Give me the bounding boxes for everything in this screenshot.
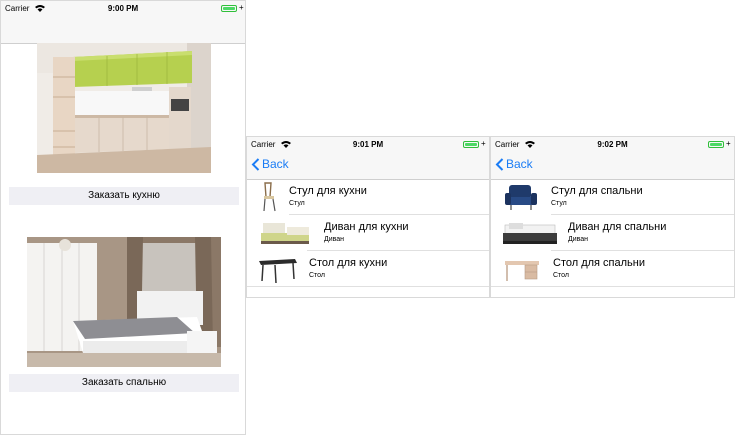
status-bar: Carrier 9:00 PM + (1, 1, 245, 17)
divider (491, 286, 734, 287)
item-subtitle: Стул (289, 200, 305, 207)
bedroom-items-screen: Back Carrier 9:02 PM + Стул для спальни … (490, 136, 735, 298)
chevron-left-icon (495, 157, 504, 171)
list-item[interactable]: Стул для кухни Стул (247, 179, 489, 215)
kitchen-chair-icon (255, 181, 283, 213)
battery-icon (463, 141, 479, 148)
list-item[interactable]: Диван для спальни Диван (491, 215, 734, 251)
item-title: Стол для спальни (553, 257, 646, 269)
back-button[interactable]: Back (251, 157, 289, 171)
chevron-left-icon (251, 157, 260, 171)
list-item[interactable]: Стул для спальни Стул (491, 179, 734, 215)
back-label: Back (506, 157, 533, 171)
kitchen-table-icon (255, 253, 299, 285)
clock: 9:02 PM (597, 140, 628, 149)
charging-icon: + (239, 3, 244, 12)
bedroom-armchair-icon (503, 181, 539, 213)
battery-icon (221, 5, 237, 12)
list-item[interactable]: Стол для спальни Стол (491, 251, 734, 287)
back-button[interactable]: Back (495, 157, 533, 171)
bedroom-image[interactable] (27, 237, 221, 367)
item-subtitle: Стол (553, 272, 570, 279)
kitchen-sofa-icon (257, 217, 313, 249)
list-item[interactable]: Стол для кухни Стол (247, 251, 489, 287)
item-title: Диван для кухни (324, 221, 409, 233)
clock: 9:00 PM (107, 4, 139, 13)
kitchen-image[interactable] (37, 43, 211, 173)
status-bar: Carrier 9:01 PM + (247, 137, 489, 153)
main-screen: Carrier 9:00 PM + Заказать кухню Заказат… (0, 0, 246, 435)
item-title: Стул для кухни (289, 185, 367, 197)
order-bedroom-button[interactable]: Заказать спальню (9, 374, 239, 392)
charging-icon: + (481, 139, 486, 148)
item-subtitle: Стол (309, 272, 326, 279)
divider (247, 286, 489, 287)
charging-icon: + (726, 139, 731, 148)
bedroom-sofa-bed-icon (501, 217, 559, 249)
status-bar: Carrier 9:02 PM + (491, 137, 734, 153)
item-title: Диван для спальни (568, 221, 667, 233)
clock: 9:01 PM (352, 140, 384, 149)
back-label: Back (262, 157, 289, 171)
item-subtitle: Диван (568, 236, 589, 243)
item-subtitle: Диван (324, 236, 345, 243)
item-title: Стол для кухни (309, 257, 388, 269)
list-item[interactable]: Диван для кухни Диван (247, 215, 489, 251)
battery-icon (708, 141, 724, 148)
bedroom-desk-icon (503, 253, 541, 285)
item-title: Стул для спальни (551, 185, 643, 197)
order-kitchen-button[interactable]: Заказать кухню (9, 187, 239, 205)
kitchen-items-screen: Back Carrier 9:01 PM + Стул для кухни Ст… (246, 136, 490, 298)
item-subtitle: Стул (551, 200, 567, 207)
